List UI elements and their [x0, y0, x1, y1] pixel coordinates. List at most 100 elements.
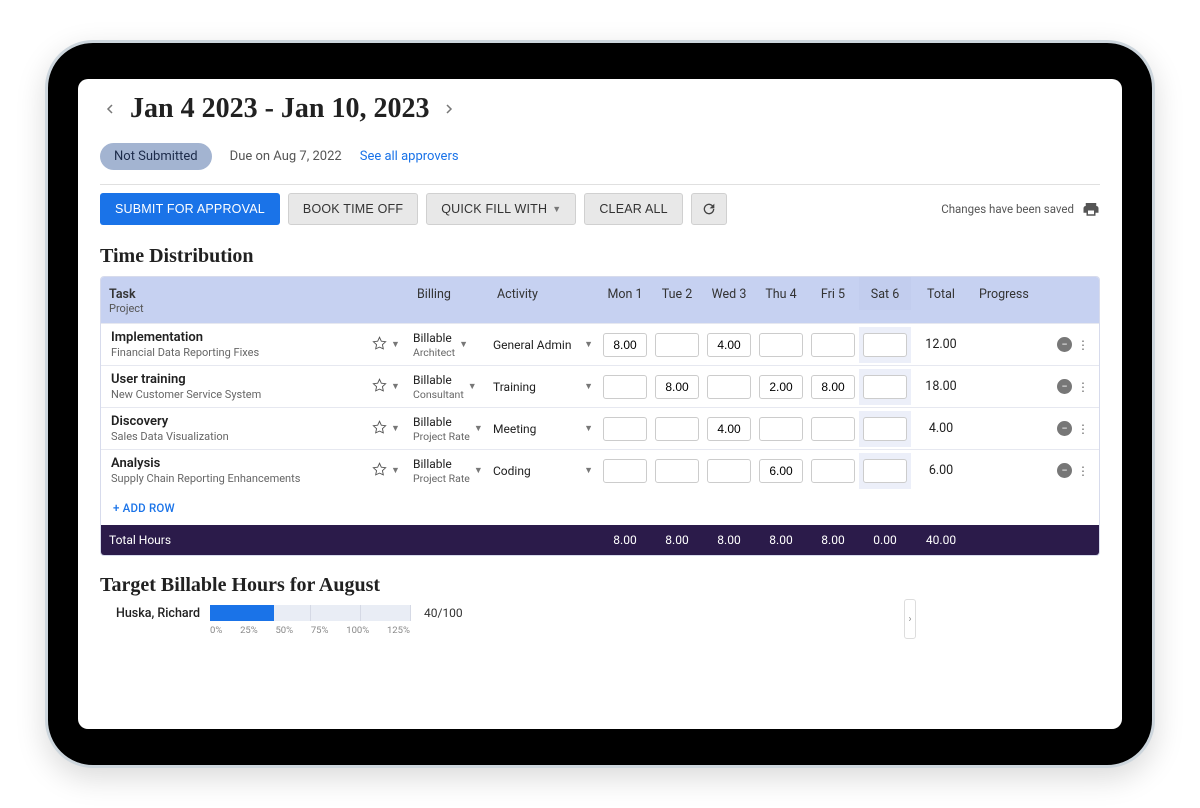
caret-down-icon[interactable]: ▼: [391, 381, 400, 392]
hours-input[interactable]: [655, 375, 699, 399]
col-activity: Activity: [489, 277, 599, 310]
remove-row-icon[interactable]: −: [1057, 337, 1072, 352]
activity-select[interactable]: General Admin▼: [493, 336, 593, 354]
billing-type: Billable: [413, 331, 455, 345]
hours-input[interactable]: [759, 375, 803, 399]
target-hours-title: Target Billable Hours for August: [100, 574, 1100, 597]
submit-approval-button[interactable]: SUBMIT FOR APPROVAL: [100, 193, 280, 225]
slide-handle[interactable]: ›: [904, 599, 916, 639]
caret-down-icon[interactable]: ▼: [391, 339, 400, 350]
caret-down-icon[interactable]: ▼: [468, 381, 477, 392]
hours-input[interactable]: [707, 459, 751, 483]
clear-all-button[interactable]: CLEAR ALL: [584, 193, 683, 225]
print-icon[interactable]: [1082, 200, 1100, 218]
chart-person-name: Huska, Richard: [100, 606, 200, 621]
hours-input[interactable]: [863, 333, 907, 357]
hours-input[interactable]: [655, 459, 699, 483]
chart-tick: 25%: [240, 625, 258, 636]
hours-input[interactable]: [655, 333, 699, 357]
next-week-chevron[interactable]: [439, 99, 459, 119]
prev-week-chevron[interactable]: [100, 99, 120, 119]
more-options-icon[interactable]: ⋮: [1077, 464, 1089, 478]
hours-input[interactable]: [655, 417, 699, 441]
task-name: Implementation: [111, 330, 259, 345]
hours-input[interactable]: [811, 459, 855, 483]
hours-input[interactable]: [707, 375, 751, 399]
task-project: Financial Data Reporting Fixes: [111, 346, 259, 359]
caret-down-icon[interactable]: ▼: [459, 339, 468, 350]
date-range-title: Jan 4 2023 - Jan 10, 2023: [130, 93, 429, 125]
col-task: Task: [109, 287, 355, 302]
total-mon: 8.00: [599, 526, 651, 554]
total-tue: 8.00: [651, 526, 703, 554]
hours-input[interactable]: [759, 333, 803, 357]
book-time-off-button[interactable]: BOOK TIME OFF: [288, 193, 418, 225]
time-distribution-title: Time Distribution: [100, 245, 1100, 268]
favorite-star-icon[interactable]: [372, 378, 387, 396]
total-grand: 40.00: [911, 526, 971, 554]
hours-input[interactable]: [759, 459, 803, 483]
status-pill: Not Submitted: [100, 143, 212, 170]
see-approvers-link[interactable]: See all approvers: [360, 149, 459, 164]
refresh-button[interactable]: [691, 193, 727, 225]
tablet-frame: Jan 4 2023 - Jan 10, 2023 Not Submitted …: [45, 40, 1155, 768]
remove-row-icon[interactable]: −: [1057, 421, 1072, 436]
favorite-star-icon[interactable]: [372, 462, 387, 480]
more-options-icon[interactable]: ⋮: [1077, 380, 1089, 394]
task-project: Sales Data Visualization: [111, 430, 229, 443]
caret-down-icon[interactable]: ▼: [391, 423, 400, 434]
hours-input[interactable]: [603, 417, 647, 441]
timesheet-grid: Task Project Billing Activity Mon 1 Tue …: [100, 276, 1100, 556]
more-options-icon[interactable]: ⋮: [1077, 422, 1089, 436]
hours-input[interactable]: [603, 333, 647, 357]
hours-input[interactable]: [863, 375, 907, 399]
caret-down-icon[interactable]: ▼: [474, 423, 483, 434]
screen: Jan 4 2023 - Jan 10, 2023 Not Submitted …: [78, 79, 1122, 729]
hours-input[interactable]: [707, 333, 751, 357]
grid-header: Task Project Billing Activity Mon 1 Tue …: [101, 277, 1099, 323]
hours-input[interactable]: [707, 417, 751, 441]
task-project: New Customer Service System: [111, 388, 261, 401]
more-options-icon[interactable]: ⋮: [1077, 338, 1089, 352]
quick-fill-label: QUICK FILL WITH: [441, 202, 547, 216]
caret-down-icon[interactable]: ▼: [391, 465, 400, 476]
totals-row: Total Hours 8.00 8.00 8.00 8.00 8.00 0.0…: [101, 525, 1099, 555]
hours-input[interactable]: [863, 459, 907, 483]
caret-down-icon[interactable]: ▼: [474, 465, 483, 476]
table-row: User trainingNew Customer Service System…: [101, 365, 1099, 407]
col-total: Total: [911, 277, 971, 310]
chart-tick: 50%: [275, 625, 293, 636]
favorite-star-icon[interactable]: [372, 420, 387, 438]
hours-input[interactable]: [811, 333, 855, 357]
billing-role: Consultant: [413, 388, 464, 401]
caret-down-icon: ▼: [552, 204, 561, 214]
hours-input[interactable]: [603, 375, 647, 399]
total-wed: 8.00: [703, 526, 755, 554]
activity-select[interactable]: Training▼: [493, 378, 593, 396]
hours-input[interactable]: [603, 459, 647, 483]
add-row-button[interactable]: + ADD ROW: [101, 491, 1099, 525]
activity-select[interactable]: Meeting▼: [493, 420, 593, 438]
billing-type: Billable: [413, 457, 470, 471]
hours-input[interactable]: [811, 375, 855, 399]
task-name: Discovery: [111, 414, 229, 429]
favorite-star-icon[interactable]: [372, 336, 387, 354]
remove-row-icon[interactable]: −: [1057, 463, 1072, 478]
hours-input[interactable]: [811, 417, 855, 441]
activity-select[interactable]: Coding▼: [493, 462, 593, 480]
col-billing: Billing: [409, 277, 489, 310]
hours-input[interactable]: [759, 417, 803, 441]
hours-input[interactable]: [863, 417, 907, 441]
chart-tick: 75%: [311, 625, 329, 636]
table-row: AnalysisSupply Chain Reporting Enhanceme…: [101, 449, 1099, 491]
row-total: 4.00: [929, 421, 953, 436]
col-fri: Fri 5: [807, 277, 859, 310]
col-tue: Tue 2: [651, 277, 703, 310]
chart-bar: [210, 605, 274, 621]
remove-row-icon[interactable]: −: [1057, 379, 1072, 394]
total-fri: 8.00: [807, 526, 859, 554]
table-row: DiscoverySales Data Visualization▼Billab…: [101, 407, 1099, 449]
quick-fill-button[interactable]: QUICK FILL WITH ▼: [426, 193, 576, 225]
table-row: ImplementationFinancial Data Reporting F…: [101, 323, 1099, 365]
billing-role: Architect: [413, 346, 455, 359]
